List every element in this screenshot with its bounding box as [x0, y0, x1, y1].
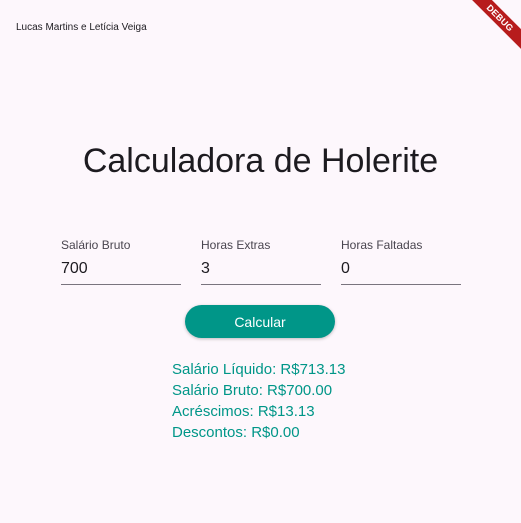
salario-bruto-result: Salário Bruto: R$700.00 [172, 382, 333, 399]
horas-extras-underline [201, 284, 321, 285]
calcular-button[interactable]: Calcular [185, 305, 335, 338]
salario-bruto-underline [61, 284, 181, 285]
horas-faltadas-input[interactable] [341, 260, 461, 278]
results-panel: Salário Líquido: R$713.13 Salário Bruto:… [172, 359, 345, 443]
salario-liquido-result: Salário Líquido: R$713.13 [172, 361, 346, 378]
descontos-result: Descontos: R$0.00 [172, 424, 300, 441]
app-title: Lucas Martins e Letícia Veiga [16, 22, 147, 33]
horas-faltadas-field: Horas Faltadas [341, 238, 461, 286]
horas-extras-label: Horas Extras [201, 238, 271, 252]
horas-extras-field: Horas Extras [201, 238, 321, 286]
debug-banner: DEBUG [461, 0, 521, 60]
salario-bruto-field: Salário Bruto [61, 238, 181, 286]
horas-extras-input[interactable] [201, 260, 321, 278]
debug-banner-label: DEBUG [464, 0, 521, 54]
salario-bruto-input[interactable] [61, 260, 181, 278]
salario-bruto-label: Salário Bruto [61, 238, 131, 252]
horas-faltadas-underline [341, 284, 461, 285]
page-title: Calculadora de Holerite [82, 142, 439, 180]
horas-faltadas-label: Horas Faltadas [341, 238, 423, 252]
acrescimos-result: Acréscimos: R$13.13 [172, 403, 315, 420]
